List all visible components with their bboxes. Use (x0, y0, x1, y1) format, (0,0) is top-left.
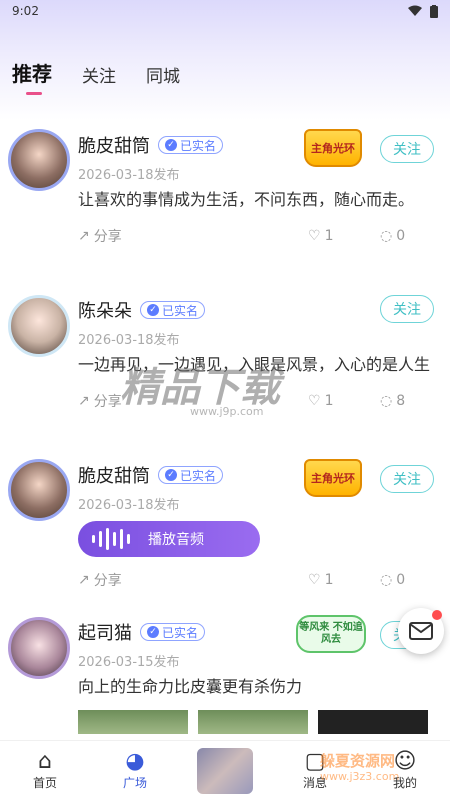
check-icon: ✓ (147, 626, 159, 638)
status-time: 9:02 (12, 4, 39, 18)
avatar[interactable] (8, 129, 70, 191)
share-label: 分享 (93, 394, 122, 410)
comment-count: 8 (396, 393, 406, 409)
post-date: 2026-03-18发布 (78, 168, 180, 183)
follow-button[interactable]: 关注 (380, 135, 434, 163)
user-name[interactable]: 脆皮甜筒 (78, 462, 150, 488)
verified-label: 已实名 (180, 468, 217, 483)
message-fab[interactable] (398, 608, 444, 654)
tab-following[interactable]: 关注 (82, 62, 116, 87)
user-name[interactable]: 起司猫 (78, 619, 132, 645)
heart-icon: ♡ (308, 228, 321, 244)
envelope-icon (409, 622, 433, 640)
audio-wave-icon (92, 528, 130, 550)
nav-square[interactable]: ◕ 广场 (105, 750, 165, 791)
post-date: 2026-03-18发布 (78, 498, 180, 513)
post-card[interactable]: 起司猫 ✓已实名 等风来 不如追风去 关注 2026-03-15发布 向上的生命… (0, 605, 450, 735)
like-button[interactable]: ♡ 1 (308, 572, 380, 588)
medal-flower-icon: 等风来 不如追风去 (296, 615, 366, 653)
comment-button[interactable]: ◌ 0 (380, 572, 405, 588)
share-label: 分享 (93, 573, 122, 589)
nav-square-label: 广场 (122, 776, 147, 790)
heart-icon: ♡ (308, 572, 321, 588)
like-count: 1 (324, 572, 334, 588)
verified-badge: ✓ 已实名 (140, 623, 206, 641)
verified-label: 已实名 (180, 138, 217, 153)
home-icon: ⌂ (38, 749, 52, 774)
like-button[interactable]: ♡ 1 (308, 228, 380, 244)
play-audio-label: 播放音频 (148, 532, 204, 548)
avatar[interactable] (8, 459, 70, 521)
check-icon: ✓ (165, 139, 177, 151)
battery-icon (430, 4, 438, 18)
unread-dot (432, 610, 442, 620)
medal-crown-icon: 主角光环 (304, 459, 362, 497)
user-name[interactable]: 陈朵朵 (78, 297, 132, 323)
play-audio-button[interactable]: 播放音频 (78, 521, 260, 557)
comment-count: 0 (396, 228, 406, 244)
square-icon: ◕ (125, 749, 145, 774)
share-button[interactable]: ↗ 分享 (78, 226, 308, 246)
verified-badge: ✓ 已实名 (158, 466, 224, 484)
feed-list: 脆皮甜筒 ✓ 已实名 主角光环 关注 2026-03-18发布 让喜欢的事情成为生… (0, 115, 450, 735)
corner-watermark: 躲夏资源网 (320, 752, 396, 770)
post-actions: ↗ 分享 ♡ 1 ◌ 0 (78, 223, 434, 249)
post-content: 让喜欢的事情成为生活，不问东西，随心而走。 (78, 190, 415, 209)
post-date: 2026-03-15发布 (78, 655, 180, 670)
nav-home[interactable]: ⌂ 首页 (15, 750, 75, 791)
verified-badge: ✓ 已实名 (158, 136, 224, 154)
like-button[interactable]: ♡ 1 (308, 393, 380, 409)
status-icons (408, 4, 438, 18)
heart-icon: ♡ (308, 393, 321, 409)
share-icon: ↗ (78, 228, 90, 244)
post-actions: ↗ 分享 ♡ 1 ◌ 0 (78, 567, 434, 593)
share-icon: ↗ (78, 572, 90, 588)
follow-button[interactable]: 关注 (380, 465, 434, 493)
center-image (195, 745, 255, 796)
post-date: 2026-03-18发布 (78, 333, 180, 348)
post-image[interactable] (198, 710, 308, 734)
avatar[interactable] (8, 617, 70, 679)
comment-count: 0 (396, 572, 406, 588)
comment-button[interactable]: ◌ 8 (380, 393, 405, 409)
verified-label: 已实名 (162, 625, 199, 640)
corner-watermark-url: www.j3z3.com (320, 770, 400, 783)
post-card[interactable]: 脆皮甜筒 ✓ 已实名 主角光环 关注 2026-03-18发布 让喜欢的事情成为生… (0, 115, 450, 275)
like-count: 1 (324, 393, 334, 409)
comment-button[interactable]: ◌ 0 (380, 228, 405, 244)
post-content: 向上的生命力比皮囊更有杀伤力 (78, 677, 303, 696)
user-name[interactable]: 脆皮甜筒 (78, 132, 150, 158)
tab-recommend[interactable]: 推荐 (12, 58, 52, 95)
like-count: 1 (324, 228, 334, 244)
watermark-url: www.j9p.com (190, 405, 264, 418)
check-icon: ✓ (147, 304, 159, 316)
avatar[interactable] (8, 295, 70, 357)
share-button[interactable]: ↗ 分享 (78, 570, 308, 590)
comment-icon: ◌ (380, 393, 393, 409)
post-images (78, 710, 434, 734)
tab-nearby[interactable]: 同城 (146, 62, 180, 87)
comment-icon: ◌ (380, 228, 393, 244)
post-card[interactable]: 脆皮甜筒 ✓ 已实名 主角光环 关注 2026-03-18发布 播放音频 ↗ 分享 … (0, 445, 450, 605)
check-icon: ✓ (165, 469, 177, 481)
share-icon: ↗ (78, 393, 90, 409)
post-image[interactable] (318, 710, 428, 734)
share-label: 分享 (93, 229, 122, 245)
medal-crown-icon: 主角光环 (304, 129, 362, 167)
status-bar: 9:02 (0, 0, 450, 22)
comment-icon: ◌ (380, 572, 393, 588)
wifi-icon (408, 5, 422, 16)
nav-home-label: 首页 (32, 776, 57, 790)
nav-center[interactable] (195, 745, 255, 796)
verified-label: 已实名 (162, 303, 199, 318)
verified-badge: ✓ 已实名 (140, 301, 206, 319)
post-image[interactable] (78, 710, 188, 734)
top-tabs: 推荐 关注 同城 (12, 58, 180, 95)
follow-button[interactable]: 关注 (380, 295, 434, 323)
